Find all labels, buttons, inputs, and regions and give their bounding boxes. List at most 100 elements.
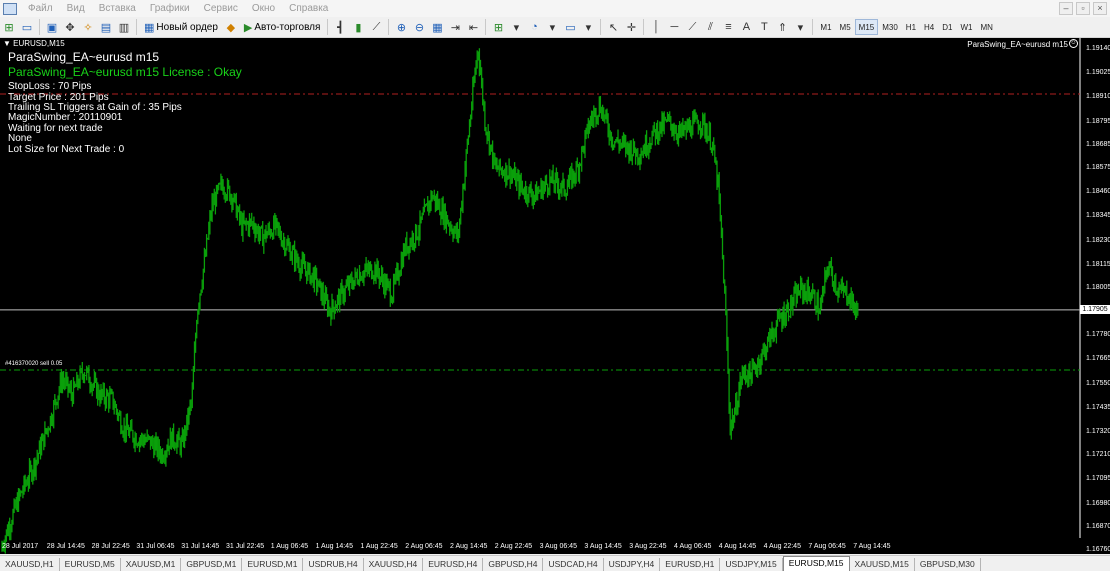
time-axis-tick: 31 Jul 14:45 [181,543,220,550]
chart-tab[interactable]: XAUUSD,M15 [850,558,915,571]
timeframe-h1[interactable]: H1 [902,19,920,35]
price-axis-tick: 1.18910 [1086,93,1110,101]
chart-tab[interactable]: USDRUB,H4 [303,558,364,571]
chart-tab[interactable]: GBPUSD,H4 [483,558,544,571]
time-axis-tick: 4 Aug 14:45 [718,543,757,550]
time-axis-tick: 31 Jul 22:45 [226,543,265,550]
time-axis-tick: 7 Aug 06:45 [808,543,846,550]
chart-tab[interactable]: USDCAD,H4 [543,558,604,571]
fibonacci-icon[interactable]: ≡ [720,19,736,35]
chart-tab[interactable]: USDJPY,M15 [720,558,783,571]
timeframe-w1[interactable]: W1 [957,19,977,35]
menu-insert[interactable]: Вставка [92,0,143,17]
chart-tab[interactable]: EURUSD,M15 [782,556,850,571]
menu-file[interactable]: Файл [21,0,60,17]
price-axis-tick: 1.17210 [1086,451,1110,459]
chart-tab[interactable]: EURUSD,H4 [423,558,484,571]
price-axis-tick: 1.17435 [1086,403,1110,411]
navigator-icon[interactable]: ✧ [80,19,96,35]
chart-tab[interactable]: EURUSD,M5 [60,558,121,571]
price-axis-tick: 1.16760 [1086,545,1110,553]
indicators-dropdown-icon[interactable]: ▾ [508,19,524,35]
price-axis-tick: 1.19025 [1086,69,1110,77]
templates-icon[interactable]: ▭ [562,19,578,35]
menu-help[interactable]: Справка [282,0,335,17]
indicators-icon[interactable]: ⊞ [490,19,506,35]
chart-tab[interactable]: GBPUSD,M1 [181,558,243,571]
time-axis-tick: 28 Jul 14:45 [46,543,85,550]
label-tool-icon[interactable]: T [756,19,772,35]
zoom-in-icon[interactable]: ⊕ [393,19,409,35]
chart-tab[interactable]: XAUUSD,H4 [364,558,424,571]
line-chart-icon[interactable]: ⟋ [368,19,384,35]
arrows-tool-icon[interactable]: ⇑ [774,19,790,35]
expert-advisor-name[interactable]: ParaSwing_EA~eurusd m15 [967,40,1068,49]
timeframe-mn[interactable]: MN [977,19,997,35]
profiles-icon[interactable]: ▭ [19,19,35,35]
chart-tab[interactable]: EURUSD,M1 [242,558,304,571]
expert-smiley-icon: ☺ [1069,39,1078,48]
price-series [1,48,859,554]
current-price-tag: 1.17905 [1080,305,1110,315]
time-axis-tick: 1 Aug 06:45 [270,543,309,550]
data-window-icon[interactable]: ✥ [62,19,78,35]
auto-trading-button[interactable]: ▶ Авто-торговля [240,18,325,36]
chart-shift-icon[interactable]: ⇤ [465,19,481,35]
metaeditor-icon[interactable]: ◆ [223,19,239,35]
price-chart-canvas[interactable] [0,38,1110,554]
vertical-line-icon[interactable]: │ [648,19,664,35]
chart-tab[interactable]: EURUSD,H1 [660,558,721,571]
periods-icon[interactable]: ◔ [526,19,542,35]
strategy-tester-icon[interactable]: ▥ [116,19,132,35]
timeframe-m1[interactable]: M1 [816,19,835,35]
price-axis-tick: 1.17665 [1086,355,1110,363]
timeframe-m5[interactable]: M5 [836,19,855,35]
chart-tab[interactable]: USDJPY,H4 [604,558,661,571]
auto-trading-icon: ▶ [243,21,253,34]
menu-charts[interactable]: Графики [143,0,197,17]
market-watch-icon[interactable]: ▣ [44,19,60,35]
menu-window[interactable]: Окно [245,0,282,17]
new-chart-icon[interactable]: ⊞ [1,19,17,35]
close-button[interactable]: × [1093,2,1107,15]
bar-chart-icon[interactable]: ┫ [332,19,348,35]
candlestick-icon[interactable]: ▮ [350,19,366,35]
terminal-icon[interactable]: ▤ [98,19,114,35]
app-icon[interactable] [3,2,17,15]
chart-tab[interactable]: XAUUSD,M1 [121,558,182,571]
price-axis-tick: 1.18460 [1086,188,1110,196]
chart-tab[interactable]: XAUUSD,H1 [0,558,60,571]
restore-button[interactable]: ▫ [1076,2,1090,15]
timeframe-h4[interactable]: H4 [920,19,938,35]
time-axis-tick: 28 Jul 22:45 [91,543,130,550]
text-tool-icon[interactable]: A [738,19,754,35]
templates-dropdown-icon[interactable]: ▾ [580,19,596,35]
timeframe-m30[interactable]: M30 [878,19,902,35]
menu-tools[interactable]: Сервис [197,0,245,17]
timeframe-m15[interactable]: M15 [854,19,879,35]
chart-window[interactable]: ▼ EURUSD,M15 ParaSwing_EA~eurusd m15 ☺ P… [0,38,1110,554]
trendline-icon[interactable]: ⟋ [684,19,700,35]
periods-dropdown-icon[interactable]: ▾ [544,19,560,35]
horizontal-line-icon[interactable]: ─ [666,19,682,35]
chart-tab[interactable]: GBPUSD,M30 [915,558,981,571]
minimize-button[interactable]: – [1059,2,1073,15]
time-axis-tick: 3 Aug 06:45 [539,543,577,550]
zoom-out-icon[interactable]: ⊖ [411,19,427,35]
price-axis-tick: 1.16980 [1086,499,1110,507]
ea-magic-text: MagicNumber : 20110901 [8,112,123,123]
tile-windows-icon[interactable]: ▦ [429,19,445,35]
new-order-icon: ▦ [144,21,155,34]
new-order-button[interactable]: ▦ Новый ордер [140,18,222,36]
crosshair-icon[interactable]: ✛ [623,19,639,35]
menu-view[interactable]: Вид [60,0,92,17]
toolbar-divider [643,19,645,35]
channel-icon[interactable]: ⫽ [702,19,718,35]
cursor-icon[interactable]: ↖ [605,19,621,35]
toolbar-divider [327,19,329,35]
price-axis-tick: 1.18685 [1086,140,1110,148]
timeframe-d1[interactable]: D1 [938,19,956,35]
autoscroll-icon[interactable]: ⇥ [447,19,463,35]
time-axis-tick: 1 Aug 14:45 [315,543,353,550]
arrows-dropdown-icon[interactable]: ▾ [792,19,808,35]
